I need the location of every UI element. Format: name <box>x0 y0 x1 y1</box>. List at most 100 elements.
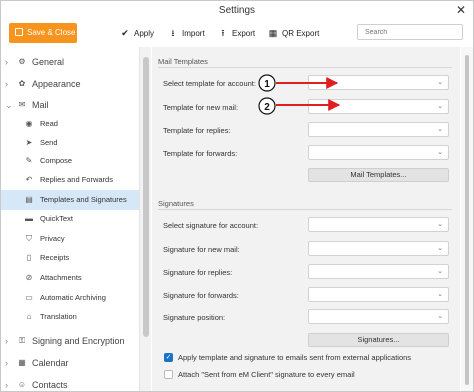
sidebar-item-label: Receipts <box>40 253 70 262</box>
close-icon[interactable]: ✕ <box>456 2 466 18</box>
template-forwards-label: Template for forwards: <box>163 149 238 158</box>
select-signature-account-label: Select signature for account: <box>163 221 259 230</box>
template-new-mail-dropdown[interactable]: ⌄ <box>308 99 449 114</box>
select-template-account-dropdown[interactable]: ⌄ <box>308 75 449 90</box>
sidebar-item-attachments[interactable]: ⊘ Attachments <box>1 268 139 288</box>
select-signature-account-dropdown[interactable]: ⌄ <box>308 217 449 232</box>
template-replies-dropdown[interactable]: ⌄ <box>308 122 449 137</box>
sidebar-item-templates-signatures[interactable]: ▤ Templates and Signatures <box>1 190 139 210</box>
calendar-icon: ▦ <box>18 358 26 367</box>
content-scroll-thumb[interactable] <box>465 55 469 385</box>
apply-button[interactable]: ✔ Apply <box>119 24 154 42</box>
reply-icon: ↶ <box>25 175 33 184</box>
gear-icon: ⚙ <box>18 57 26 66</box>
save-icon <box>15 28 23 36</box>
sidebar-item-privacy[interactable]: ⛉ Privacy <box>1 229 139 249</box>
quicktext-icon: ▬ <box>25 214 33 223</box>
signature-position-dropdown[interactable]: ⌄ <box>308 309 449 324</box>
sidebar-item-replies-forwards[interactable]: ↶ Replies and Forwards <box>1 170 139 190</box>
sidebar: › ⚙ General › ✿ Appearance ⌄ ✉ Mail ◉ Re… <box>1 47 139 391</box>
mail-templates-button[interactable]: Mail Templates... <box>308 168 449 182</box>
signature-new-mail-label: Signature for new mail: <box>163 245 240 254</box>
chevron-down-icon: ⌄ <box>437 79 443 86</box>
title-bar: Settings ✕ <box>1 1 473 21</box>
chevron-down-icon: ⌄ <box>5 100 13 110</box>
signature-forwards-label: Signature for forwards: <box>163 291 239 300</box>
sidebar-item-send[interactable]: ➤ Send <box>1 133 139 153</box>
sidebar-item-label: Calendar <box>32 358 69 368</box>
translate-icon: ⌂ <box>26 312 32 321</box>
import-icon: ⭳ <box>171 28 175 38</box>
palette-icon: ✿ <box>18 79 26 88</box>
sidebar-scroll-thumb[interactable] <box>143 57 149 337</box>
sidebar-item-read[interactable]: ◉ Read <box>1 114 139 134</box>
toolbar: Save & Close ✔ Apply ⭳ Import ⭱ Export ▦ QR … <box>1 21 473 47</box>
chevron-right-icon: › <box>5 336 8 346</box>
sidebar-item-label: QuickText <box>40 214 73 223</box>
import-label: Import <box>182 29 205 38</box>
template-new-mail-label: Template for new mail: <box>163 103 239 112</box>
chevron-right-icon: › <box>5 57 8 67</box>
chevron-down-icon: ⌄ <box>437 268 443 275</box>
check-icon: ✔ <box>121 28 129 38</box>
sidebar-item-label: Templates and Signatures <box>40 195 127 204</box>
shield-icon: ⛉ <box>26 234 32 243</box>
attach-sent-from-label: Attach "Sent from eM Client" signature t… <box>178 370 355 379</box>
paperclip-icon: ⊘ <box>25 273 33 282</box>
signature-forwards-dropdown[interactable]: ⌄ <box>308 287 449 302</box>
settings-content: Mail Templates Select template for accou… <box>152 47 460 391</box>
template-forwards-dropdown[interactable]: ⌄ <box>308 145 449 160</box>
save-close-label: Save & Close <box>27 28 76 37</box>
window-title: Settings <box>218 5 256 16</box>
attach-sent-from-checkbox[interactable] <box>164 370 173 379</box>
chevron-down-icon: ⌄ <box>437 149 443 156</box>
sidebar-item-label: Replies and Forwards <box>40 175 113 184</box>
sidebar-item-label: Compose <box>40 156 73 165</box>
sidebar-item-compose[interactable]: ✎ Compose <box>1 151 139 171</box>
chevron-right-icon: › <box>5 358 8 368</box>
settings-window: Settings ✕ Save & Close ✔ Apply ⭳ Import ⭱… <box>0 0 474 392</box>
sidebar-scrollbar[interactable] <box>139 47 151 391</box>
sidebar-item-translation[interactable]: ⌂ Translation <box>1 307 139 327</box>
export-button[interactable]: ⭱ Export <box>217 24 255 42</box>
chevron-down-icon: ⌄ <box>437 221 443 228</box>
search-input[interactable] <box>357 24 463 40</box>
sidebar-item-label: Translation <box>40 312 77 321</box>
archive-icon: ▭ <box>25 293 33 302</box>
sidebar-item-quicktext[interactable]: ▬ QuickText <box>1 209 139 229</box>
signature-position-label: Signature position: <box>163 313 226 322</box>
save-close-button[interactable]: Save & Close <box>9 23 77 43</box>
sidebar-item-appearance[interactable]: › ✿ Appearance <box>1 74 139 94</box>
apply-external-checkbox[interactable]: ✓ <box>164 353 173 362</box>
sidebar-item-label: Signing and Encryption <box>32 336 125 346</box>
content-scrollbar[interactable] <box>461 47 473 391</box>
sidebar-item-automatic-archiving[interactable]: ▭ Automatic Archiving <box>1 288 139 308</box>
signatures-header: Signatures <box>158 198 452 210</box>
qr-export-button[interactable]: ▦ QR Export <box>267 24 320 42</box>
sidebar-item-label: Contacts <box>32 380 68 390</box>
sidebar-item-calendar[interactable]: › ▦ Calendar <box>1 353 139 373</box>
sidebar-item-general[interactable]: › ⚙ General <box>1 52 139 72</box>
signature-replies-label: Signature for replies: <box>163 268 233 277</box>
chevron-down-icon: ⌄ <box>437 126 443 133</box>
sidebar-item-label: Appearance <box>32 79 81 89</box>
signature-new-mail-dropdown[interactable]: ⌄ <box>308 241 449 256</box>
signature-replies-dropdown[interactable]: ⌄ <box>308 264 449 279</box>
send-icon: ➤ <box>25 138 33 147</box>
sidebar-item-label: Automatic Archiving <box>40 293 106 302</box>
contacts-icon: ☺ <box>17 380 27 389</box>
eye-icon: ◉ <box>25 119 33 128</box>
sidebar-item-label: Read <box>40 119 58 128</box>
sidebar-item-receipts[interactable]: ▯ Receipts <box>1 248 139 268</box>
sidebar-item-contacts[interactable]: › ☺ Contacts <box>1 375 139 391</box>
import-button[interactable]: ⭳ Import <box>167 24 205 42</box>
apply-external-label: Apply template and signature to emails s… <box>178 353 412 362</box>
signatures-button[interactable]: Signatures... <box>308 333 449 347</box>
lock-icon: ⚿ <box>18 336 26 345</box>
qr-export-label: QR Export <box>282 29 320 38</box>
sidebar-item-signing-encryption[interactable]: › ⚿ Signing and Encryption <box>1 331 139 351</box>
chevron-down-icon: ⌄ <box>437 103 443 110</box>
sidebar-item-mail[interactable]: ⌄ ✉ Mail <box>1 95 139 115</box>
sidebar-item-label: Send <box>40 138 58 147</box>
sidebar-item-label: Privacy <box>40 234 65 243</box>
